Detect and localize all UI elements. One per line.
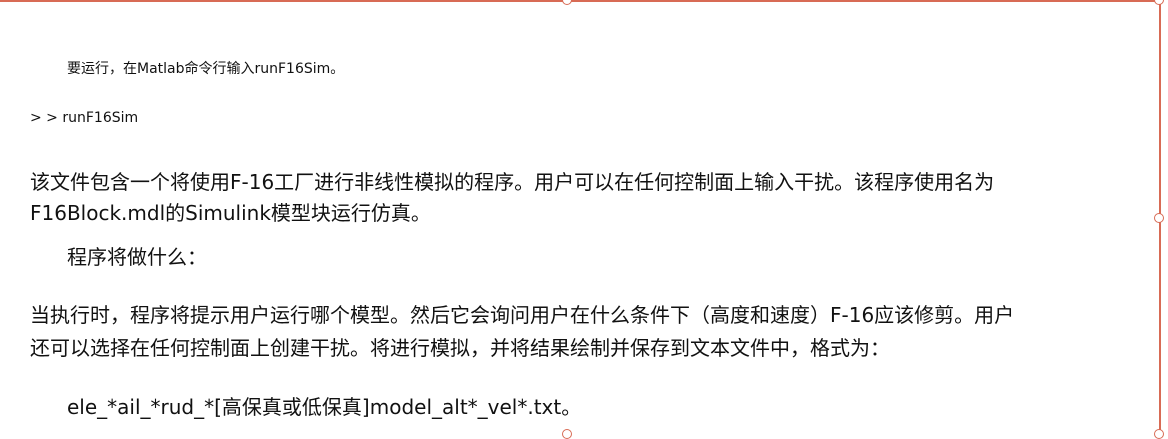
resize-handle-bottom[interactable] bbox=[562, 429, 572, 439]
filename-format: ele_*ail_*rud_*[高保真或低保真]model_alt*_vel*.… bbox=[67, 395, 582, 419]
selection-frame-top bbox=[0, 0, 1160, 2]
command-line: > > runF16Sim bbox=[30, 110, 139, 126]
resize-handle-right[interactable] bbox=[1154, 213, 1164, 223]
description-line-1: 该文件包含一个将使用F-16工厂进行非线性模拟的程序。用户可以在任何控制面上输入… bbox=[30, 170, 995, 194]
behavior-line-1: 当执行时，程序将提示用户运行哪个模型。然后它会询问用户在什么条件下（高度和速度）… bbox=[30, 303, 1015, 327]
resize-handle-top[interactable] bbox=[562, 0, 572, 5]
description-line-2: F16Block.mdl的Simulink模型块运行仿真。 bbox=[30, 201, 431, 225]
resize-handle-top-right[interactable] bbox=[1154, 0, 1164, 5]
section-heading: 程序将做什么： bbox=[67, 245, 207, 269]
run-instruction: 要运行，在Matlab命令行输入runF16Sim。 bbox=[67, 61, 345, 77]
behavior-line-2: 还可以选择在任何控制面上创建干扰。将进行模拟，并将结果绘制并保存到文本文件中，格… bbox=[30, 336, 890, 360]
resize-handle-bottom-right[interactable] bbox=[1154, 429, 1164, 439]
